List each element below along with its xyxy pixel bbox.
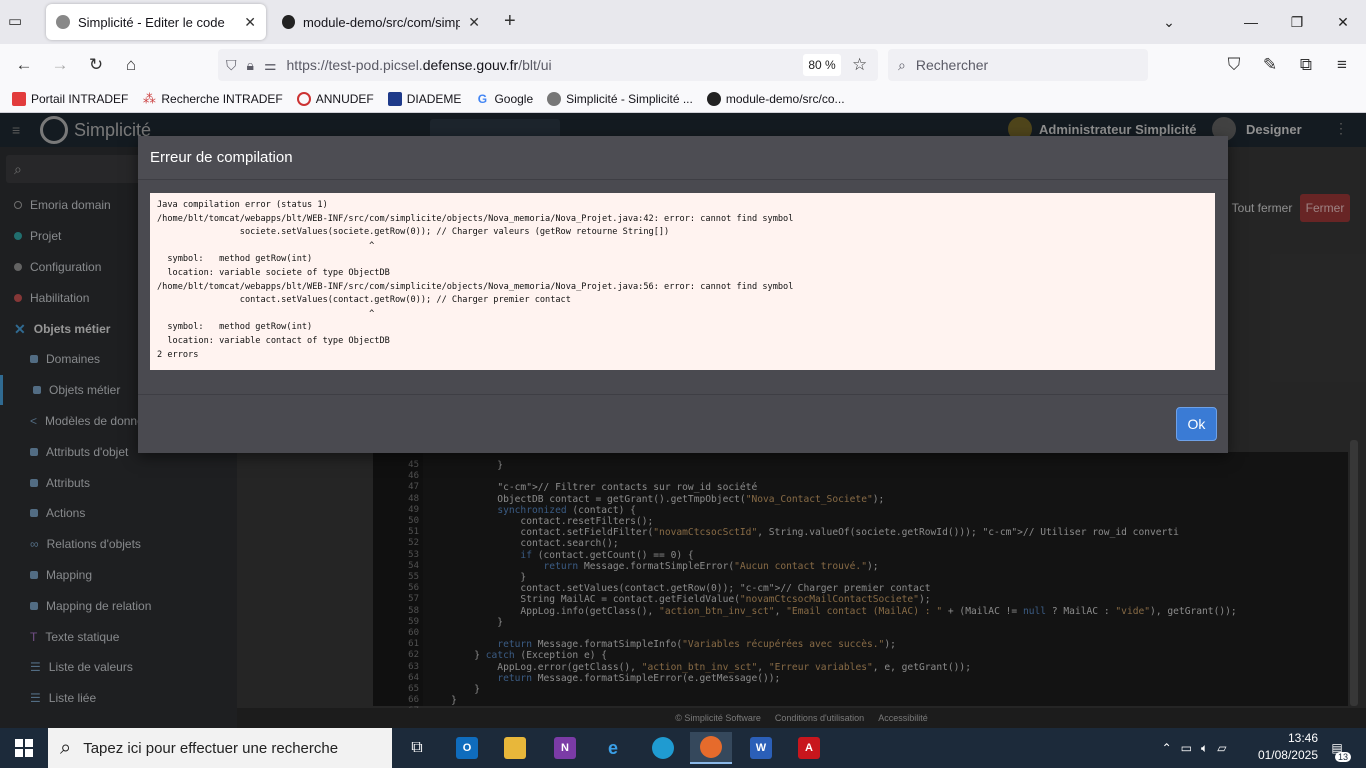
edge-icon[interactable] — [642, 732, 684, 764]
clock-date: 01/08/2025 — [1257, 748, 1318, 762]
reload-icon[interactable]: ↻ — [83, 52, 109, 78]
taskbar-clock[interactable]: 13:46 01/08/2025 — [1240, 730, 1318, 766]
network-icon[interactable]: ▱ — [1217, 741, 1226, 755]
tab-list-icon[interactable]: ▭ — [8, 12, 30, 32]
bookmark-item[interactable]: Portail INTRADEF — [12, 92, 128, 106]
bookmark-item[interactable]: Simplicité - Simplicité ... — [547, 92, 693, 106]
search-icon: ⌕ — [898, 56, 906, 73]
error-line: 2 errors — [157, 349, 199, 360]
error-line: societe.setValues(societe.getRow(0)); //… — [157, 227, 670, 238]
error-line: ^ — [157, 240, 375, 251]
bookmarks-bar: Portail INTRADEF ⁂ Recherche INTRADEF ANN… — [0, 86, 1366, 113]
error-line: contact.setValues(contact.getRow(0)); //… — [157, 295, 571, 306]
bookmark-item[interactable]: ANNUDEF — [296, 92, 374, 106]
ok-button[interactable]: Ok — [1176, 407, 1217, 441]
error-line: symbol: method getRow(int) — [157, 254, 313, 265]
extension-icon[interactable]: ✎ — [1257, 52, 1283, 78]
windows-logo-icon — [15, 739, 33, 757]
back-arrow-icon[interactable]: ← — [11, 52, 37, 78]
lock-icon: 🔒︎ — [246, 56, 254, 73]
simplicite-favicon-icon — [56, 15, 70, 29]
simplicite-icon — [547, 92, 562, 106]
firefox-icon[interactable] — [690, 732, 732, 764]
clock-time: 13:46 — [1287, 731, 1318, 745]
taskbar-search-input[interactable]: ⌕ Tapez ici pour effectuer une recherche — [48, 728, 392, 768]
tab-title: module-demo/src/com/simplic — [302, 14, 461, 30]
file-explorer-icon[interactable] — [494, 732, 536, 764]
dialog-footer — [138, 394, 1228, 453]
error-line: ^ — [157, 308, 375, 319]
error-line: location: variable societe of type Objec… — [157, 267, 390, 278]
chevron-up-icon[interactable]: ⌃ — [1162, 741, 1172, 755]
tab-title: Simplicité - Editer le code — [78, 14, 225, 30]
url-text: https://test-pod.picsel.defense.gouv.fr/… — [286, 57, 552, 73]
extensions-puzzle-icon[interactable]: ⧉ — [1293, 52, 1319, 78]
error-line: /home/blt/tomcat/webapps/blt/WEB-INF/src… — [157, 213, 794, 224]
tab-overflow-chevron-icon[interactable]: ⌄ — [1146, 0, 1192, 44]
network-icon: ⁂ — [142, 91, 156, 106]
notification-count: 13 — [1334, 752, 1351, 762]
word-icon[interactable]: W — [740, 732, 782, 764]
close-tab-icon[interactable]: ✕ — [244, 14, 256, 31]
system-tray: ⌃ ▭ 🔈︎ ▱ — [1148, 728, 1240, 768]
internet-explorer-icon[interactable]: e — [592, 732, 634, 764]
error-line: symbol: method getRow(int) — [157, 322, 313, 333]
browser-tab-bar: ▭ Simplicité - Editer le code ✕ module-d… — [0, 0, 1366, 44]
task-view-icon[interactable]: ⧉ — [396, 732, 438, 764]
acrobat-icon[interactable]: A — [788, 732, 830, 764]
dialog-title: Erreur de compilation — [138, 136, 1228, 180]
tab-simplicite-editor[interactable]: Simplicité - Editer le code ✕ — [46, 4, 266, 40]
forward-arrow-icon[interactable]: → — [47, 52, 73, 78]
bookmark-item[interactable]: ⁂ Recherche INTRADEF — [142, 91, 283, 106]
notification-center-icon[interactable]: ▤ 13 — [1322, 734, 1352, 762]
start-button[interactable] — [0, 728, 48, 768]
bookmark-item[interactable]: DIADEME — [387, 92, 461, 106]
url-bar[interactable]: ⛉ 🔒︎ ⚌ https://test-pod.picsel.defense.g… — [218, 49, 878, 81]
error-line: /home/blt/tomcat/webapps/blt/WEB-INF/src… — [157, 281, 794, 292]
menu-hamburger-icon[interactable]: ≡ — [1329, 52, 1355, 78]
github-icon — [706, 92, 721, 106]
permissions-icon: ⚌ — [263, 56, 277, 73]
zoom-level[interactable]: 80 % — [803, 54, 841, 76]
error-line: location: variable contact of type Objec… — [157, 335, 390, 346]
new-tab-icon[interactable]: + — [504, 10, 526, 34]
home-icon[interactable]: ⌂ — [118, 52, 144, 78]
github-icon — [282, 15, 295, 29]
bookmark-item[interactable]: G Google — [475, 92, 533, 106]
annudef-icon — [296, 92, 311, 106]
ublock-shield-icon[interactable]: ⛉ — [1221, 52, 1247, 78]
shield-icon: ⛉ — [226, 56, 237, 73]
eu-flag-icon — [387, 92, 402, 106]
bookmark-star-icon[interactable]: ☆ — [852, 55, 867, 75]
bookmark-item[interactable]: module-demo/src/co... — [706, 92, 845, 106]
error-message: Java compilation error (status 1) /home/b… — [150, 193, 1215, 370]
onenote-icon[interactable]: N — [544, 732, 586, 764]
search-icon: ⌕ — [60, 736, 72, 759]
outlook-icon[interactable]: O — [446, 732, 488, 764]
flag-icon — [12, 92, 26, 106]
tab-github[interactable]: module-demo/src/com/simplic ✕ — [272, 4, 490, 40]
error-line: Java compilation error (status 1) — [157, 200, 328, 210]
browser-search-input[interactable]: ⌕ Rechercher — [888, 49, 1148, 81]
restore-icon[interactable]: ❐ — [1274, 0, 1320, 44]
close-tab-icon[interactable]: ✕ — [468, 14, 480, 31]
battery-icon[interactable]: ▭ — [1181, 741, 1192, 755]
google-icon: G — [477, 92, 488, 106]
close-window-icon[interactable]: ✕ — [1320, 0, 1366, 44]
minimize-icon[interactable]: — — [1228, 0, 1274, 44]
volume-icon[interactable]: 🔈︎ — [1201, 741, 1208, 756]
